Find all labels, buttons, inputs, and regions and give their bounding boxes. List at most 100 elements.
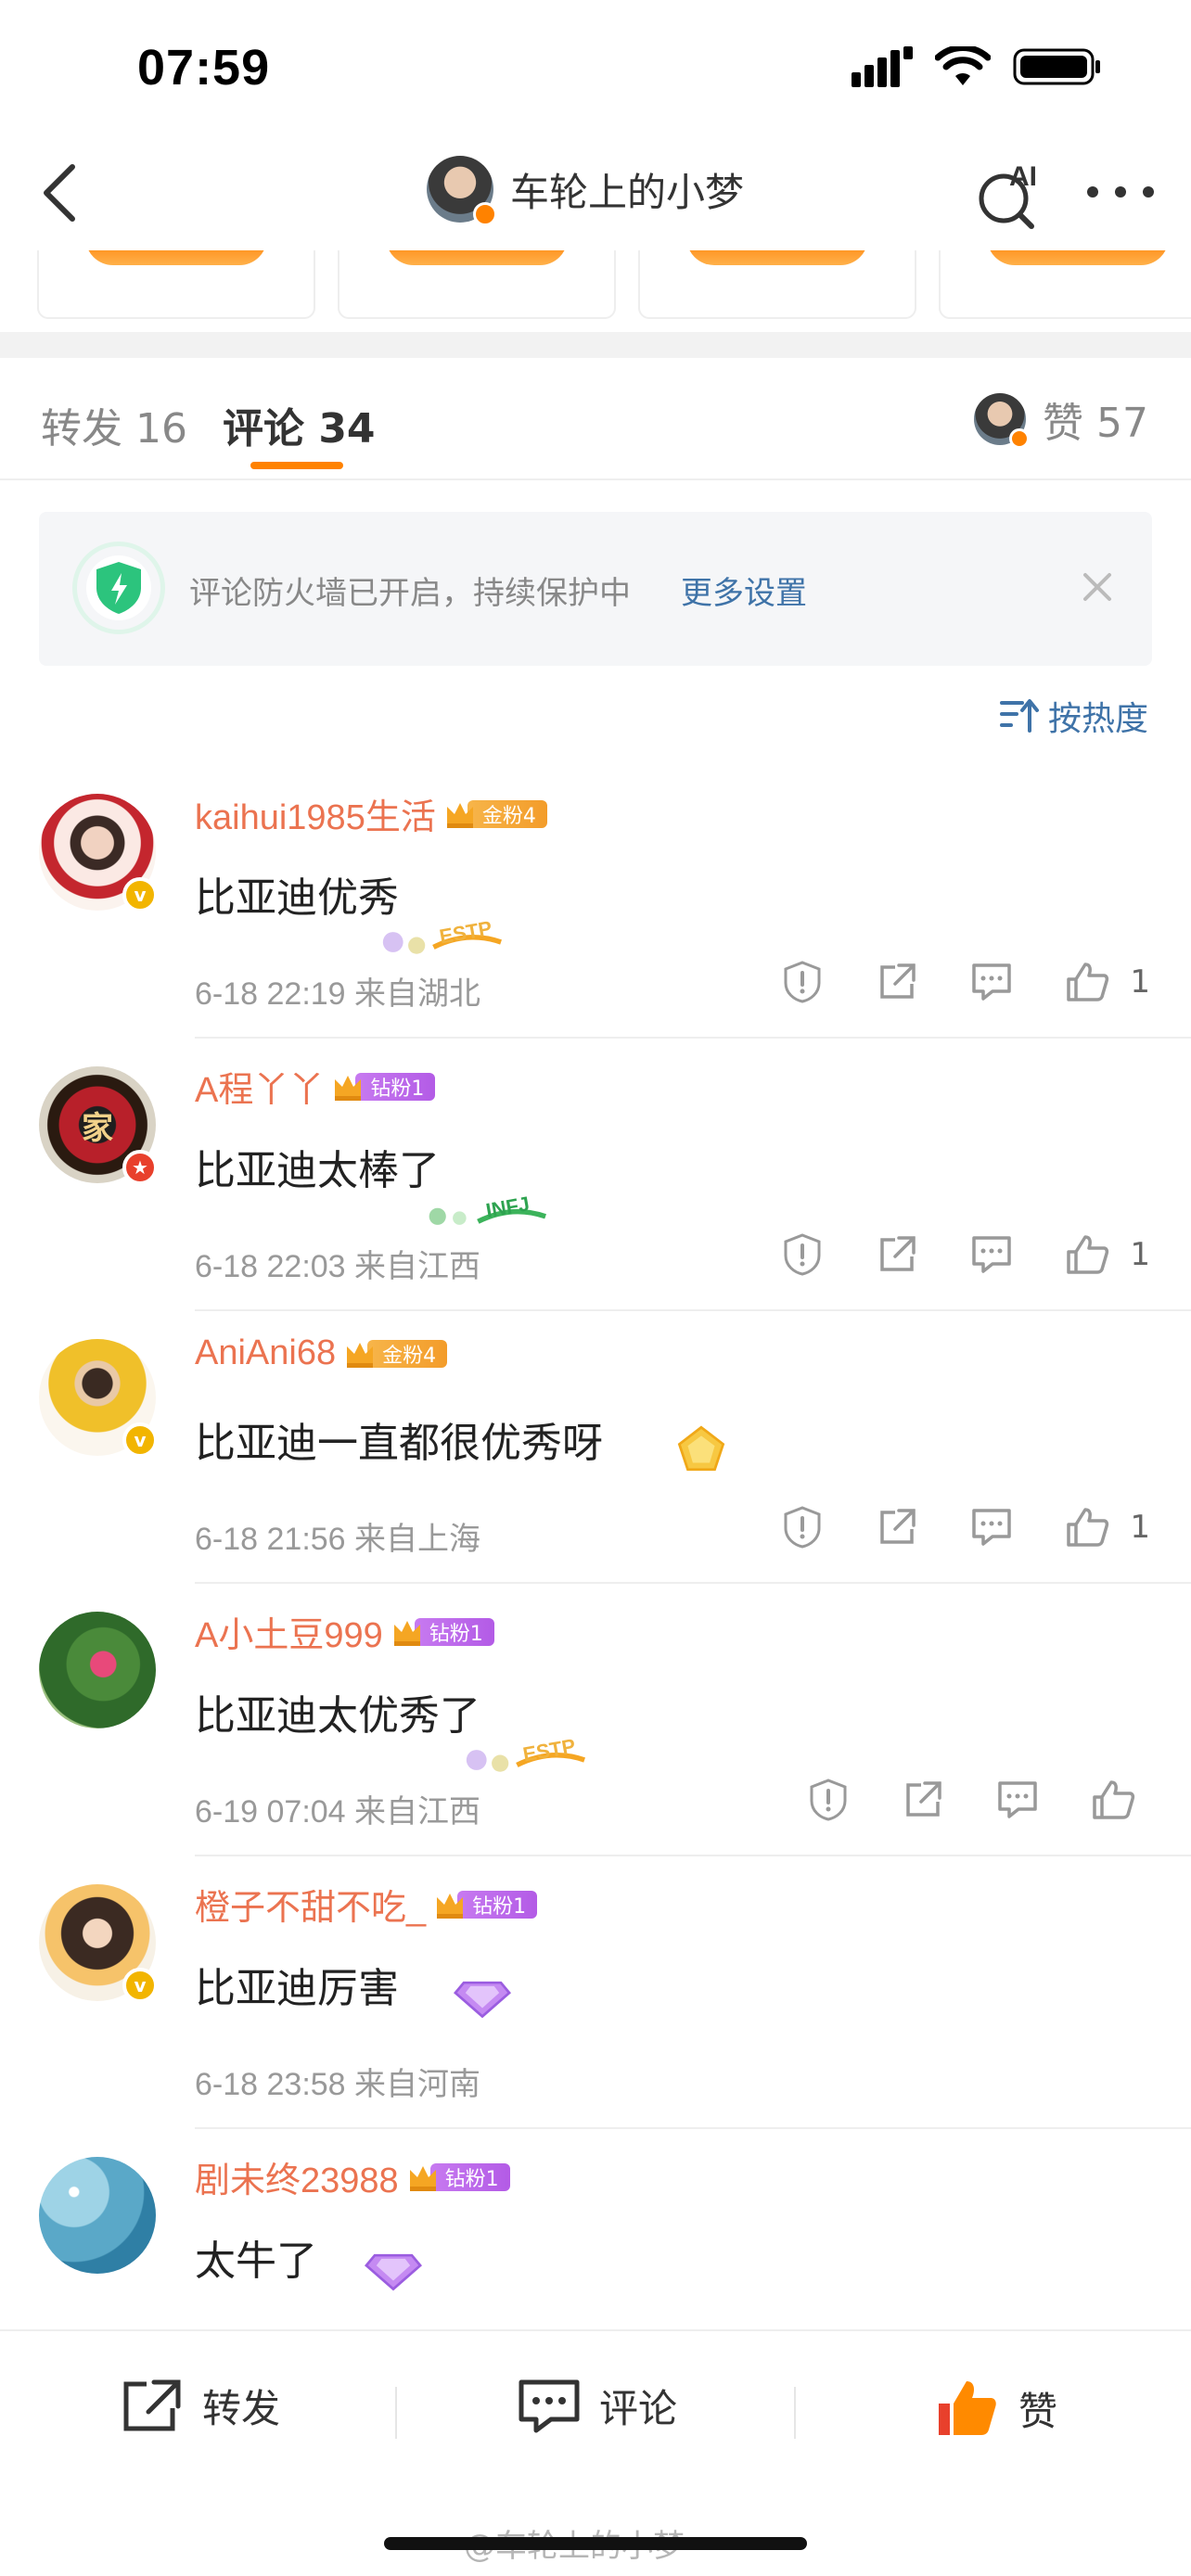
fan-level-label: 金粉4: [467, 799, 547, 828]
crown-icon: [347, 1342, 374, 1368]
crown-icon: [393, 1620, 420, 1646]
report-button[interactable]: [781, 961, 824, 1003]
avatar[interactable]: v: [39, 1339, 158, 1458]
fan-level-badge: 金粉4: [343, 1337, 448, 1371]
back-button[interactable]: [26, 159, 93, 226]
like-button[interactable]: 1: [1065, 1233, 1150, 1276]
fan-level-label: 金粉4: [367, 1339, 448, 1368]
sort-label: 按热度: [1047, 700, 1148, 738]
comment-icon: [998, 1781, 1037, 1818]
comment-item: v kaihui1985生活 金粉4 比亚迪优秀 ESTP 6-18 22:19…: [0, 766, 1191, 1039]
comment-username[interactable]: A小土豆999: [195, 1606, 383, 1657]
nav-user[interactable]: 车轮上的小梦: [427, 156, 745, 226]
tab-comment[interactable]: 评论 34: [223, 395, 376, 454]
reply-button[interactable]: [970, 1506, 1013, 1549]
comment-item: 家 ★ A程丫丫 钻粉1 比亚迪太棒了 INFJ 6-18 22:03 来自江西…: [0, 1039, 1191, 1311]
comment-username[interactable]: AniAni68: [195, 1333, 336, 1373]
comment-actions: 1: [781, 961, 1150, 1003]
reply-button[interactable]: [970, 1233, 1013, 1276]
report-button[interactable]: [807, 1779, 850, 1821]
share-button[interactable]: [876, 1506, 918, 1549]
fan-level-badge: 钻粉1: [433, 1888, 538, 1921]
report-icon: [784, 1233, 821, 1276]
like-button[interactable]: 1: [1065, 1506, 1150, 1549]
avatar[interactable]: [39, 2157, 156, 2274]
like-button[interactable]: [1091, 1779, 1135, 1821]
verified-badge-icon: v: [122, 1968, 158, 2003]
mbti-sticker-icon: ESTP: [466, 1734, 585, 1772]
sticker-label: ESTP: [521, 1734, 577, 1766]
share-button[interactable]: [876, 1233, 918, 1276]
comment-meta: 6-19 07:04 来自江西: [195, 1794, 481, 1830]
status-bar: 07:59: [0, 0, 1191, 139]
like-count: 1: [1130, 963, 1150, 1001]
comment-header: AniAni68 金粉4: [195, 1333, 448, 1373]
close-banner-button[interactable]: [1074, 564, 1121, 610]
comment-item: v 橙子不甜不吃_ 钻粉1 比亚迪厉害 6-18 23:58 来自河南: [0, 1856, 1191, 2129]
comment-username[interactable]: A程丫丫: [195, 1061, 324, 1112]
comment-text-content: 比亚迪厉害: [195, 1965, 399, 2012]
fan-level-label: 钻粉1: [457, 1890, 538, 1919]
like-post-button[interactable]: 赞: [935, 2378, 1057, 2439]
report-button[interactable]: [781, 1233, 824, 1276]
more-settings-link[interactable]: 更多设置: [681, 567, 807, 613]
tab-repost[interactable]: 转发 16: [41, 395, 187, 454]
ai-search-button[interactable]: AI: [976, 158, 1048, 230]
report-icon: [784, 961, 821, 1003]
thumbs-up-icon: [1067, 1235, 1109, 1274]
sort-by-hot-button[interactable]: 按热度: [999, 692, 1148, 740]
comment-text-content: 比亚迪太优秀了: [195, 1692, 480, 1740]
reply-button[interactable]: [970, 961, 1013, 1003]
repost-button[interactable]: 转发: [121, 2378, 280, 2434]
page-title: 车轮上的小梦: [510, 169, 745, 215]
divider: [794, 2387, 796, 2439]
action-card[interactable]: [638, 250, 916, 319]
crown-icon: [437, 1893, 464, 1919]
battery-icon: [1013, 48, 1100, 85]
comment-icon: [972, 1236, 1012, 1273]
action-card[interactable]: [338, 250, 616, 319]
tab-bar: 转发 16 评论 34 赞 57: [0, 358, 1191, 480]
comment-text-content: 比亚迪一直都很优秀呀: [195, 1420, 603, 1467]
like-button[interactable]: 1: [1065, 961, 1150, 1003]
sort-icon: [999, 699, 1039, 733]
status-icons: [852, 46, 1102, 87]
share-button[interactable]: [902, 1779, 944, 1821]
purple-gem-icon: [454, 1981, 511, 2019]
share-button[interactable]: [876, 961, 918, 1003]
report-icon: [784, 1506, 821, 1549]
card-accent-bar: [686, 250, 868, 265]
verified-badge-icon: [1009, 428, 1031, 449]
avatar[interactable]: v: [39, 1884, 158, 2003]
comment-actions: 1: [781, 1233, 1150, 1276]
share-icon: [880, 963, 916, 999]
action-card[interactable]: [37, 250, 315, 319]
card-accent-bar: [85, 250, 267, 265]
comment-username[interactable]: 橙子不甜不吃_: [195, 1879, 426, 1930]
tab-like-label: 赞 57: [1043, 400, 1148, 447]
sticker-label: ESTP: [438, 916, 493, 949]
more-dot: [1115, 186, 1126, 198]
mbti-sticker-icon: ESTP: [382, 916, 502, 954]
avatar[interactable]: [427, 156, 497, 226]
avatar[interactable]: 家 ★: [39, 1066, 158, 1185]
mbti-sticker-icon: INFJ: [429, 1192, 546, 1225]
avatar[interactable]: v: [39, 794, 158, 912]
close-icon: [1083, 573, 1111, 601]
comment-header: 剧未终23988 钻粉1: [195, 2151, 510, 2202]
repost-label: 转发: [202, 2386, 281, 2431]
gold-gem-icon: [677, 1425, 725, 1472]
tab-like[interactable]: 赞 57: [974, 389, 1148, 449]
avatar: [974, 393, 1031, 449]
comment-username[interactable]: kaihui1985生活: [195, 788, 436, 839]
action-card[interactable]: [939, 250, 1191, 319]
comment-button[interactable]: 评论: [518, 2378, 677, 2434]
crown-icon: [335, 1075, 362, 1101]
fan-level-badge: 金粉4: [443, 797, 547, 831]
reply-button[interactable]: [996, 1779, 1039, 1821]
avatar-seal-text: 家: [82, 1109, 113, 1147]
more-button[interactable]: [1087, 169, 1154, 215]
comment-username[interactable]: 剧未终23988: [195, 2151, 399, 2202]
report-button[interactable]: [781, 1506, 824, 1549]
avatar[interactable]: [39, 1612, 156, 1728]
